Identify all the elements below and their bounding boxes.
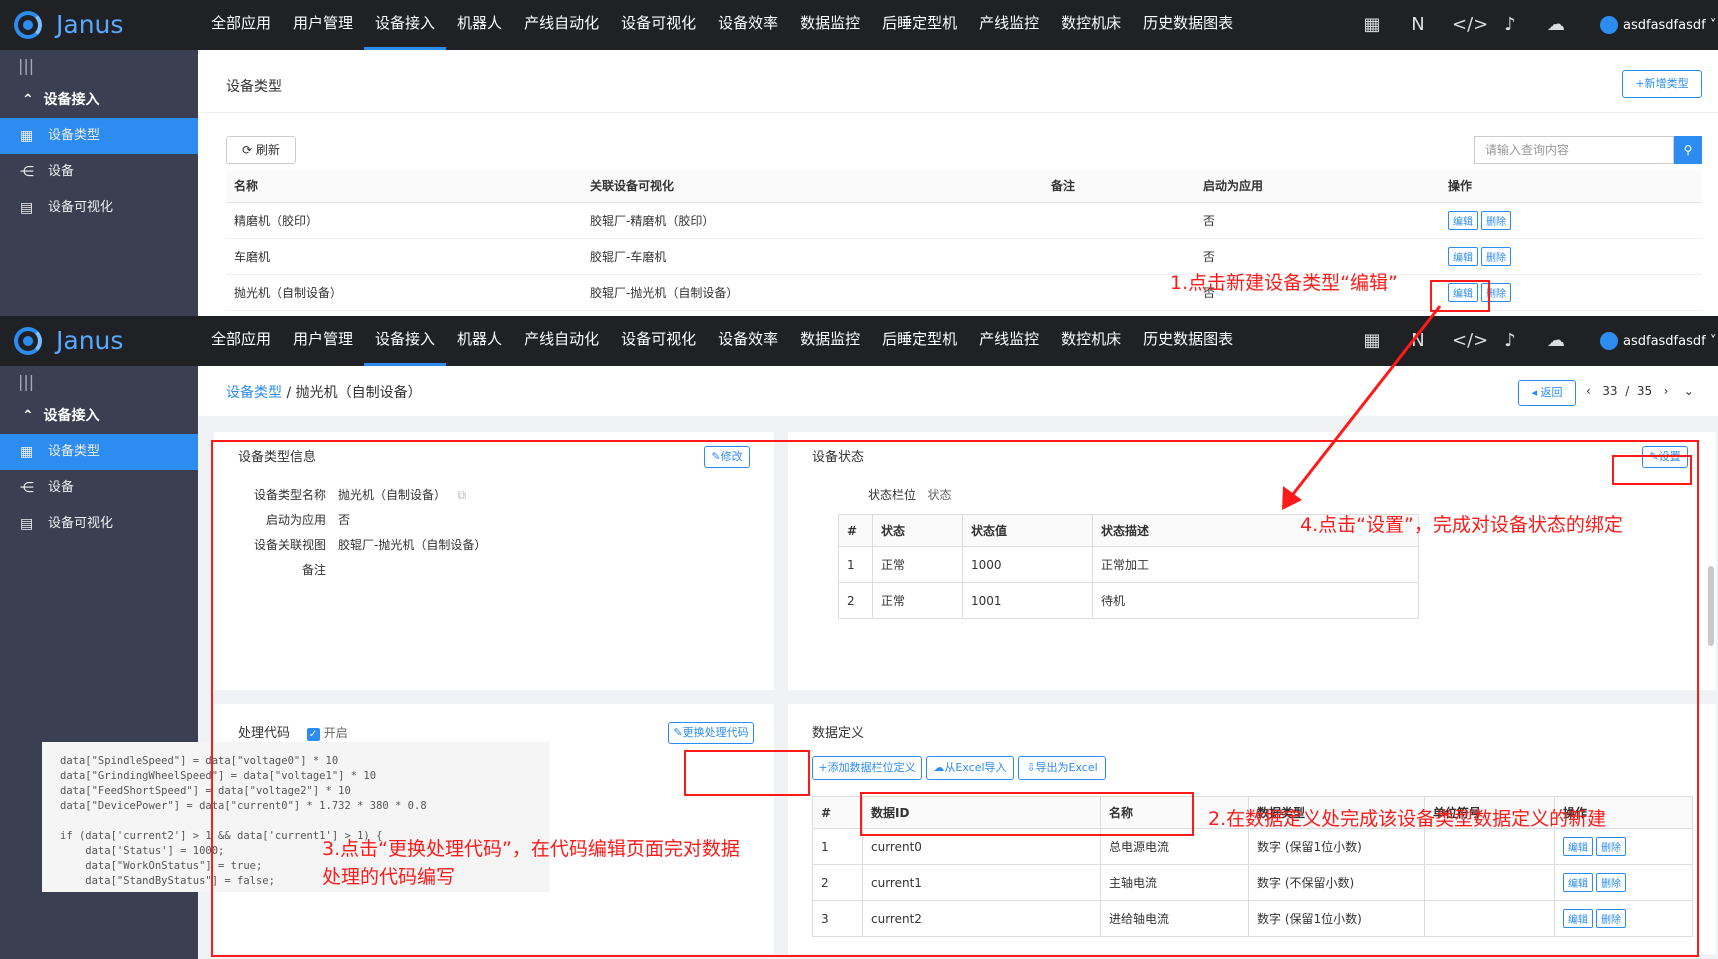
annotation-step-3-line2: 处理的代码编写 bbox=[322, 866, 456, 888]
annotation-step-4: 4.点击“设置”，完成对设备状态的绑定 bbox=[1300, 514, 1623, 536]
arrow-line bbox=[1288, 305, 1442, 499]
annotation-step-1: 1.点击新建设备类型“编辑” bbox=[1170, 272, 1398, 294]
annotation-step-2: 2.在数据定义处完成该设备类型数据定义的新建 bbox=[1208, 808, 1607, 830]
annotation-step-3-line1: 3.点击“更换处理代码”，在代码编辑页面完对数据 bbox=[322, 838, 740, 860]
arrow-head bbox=[1282, 486, 1302, 510]
